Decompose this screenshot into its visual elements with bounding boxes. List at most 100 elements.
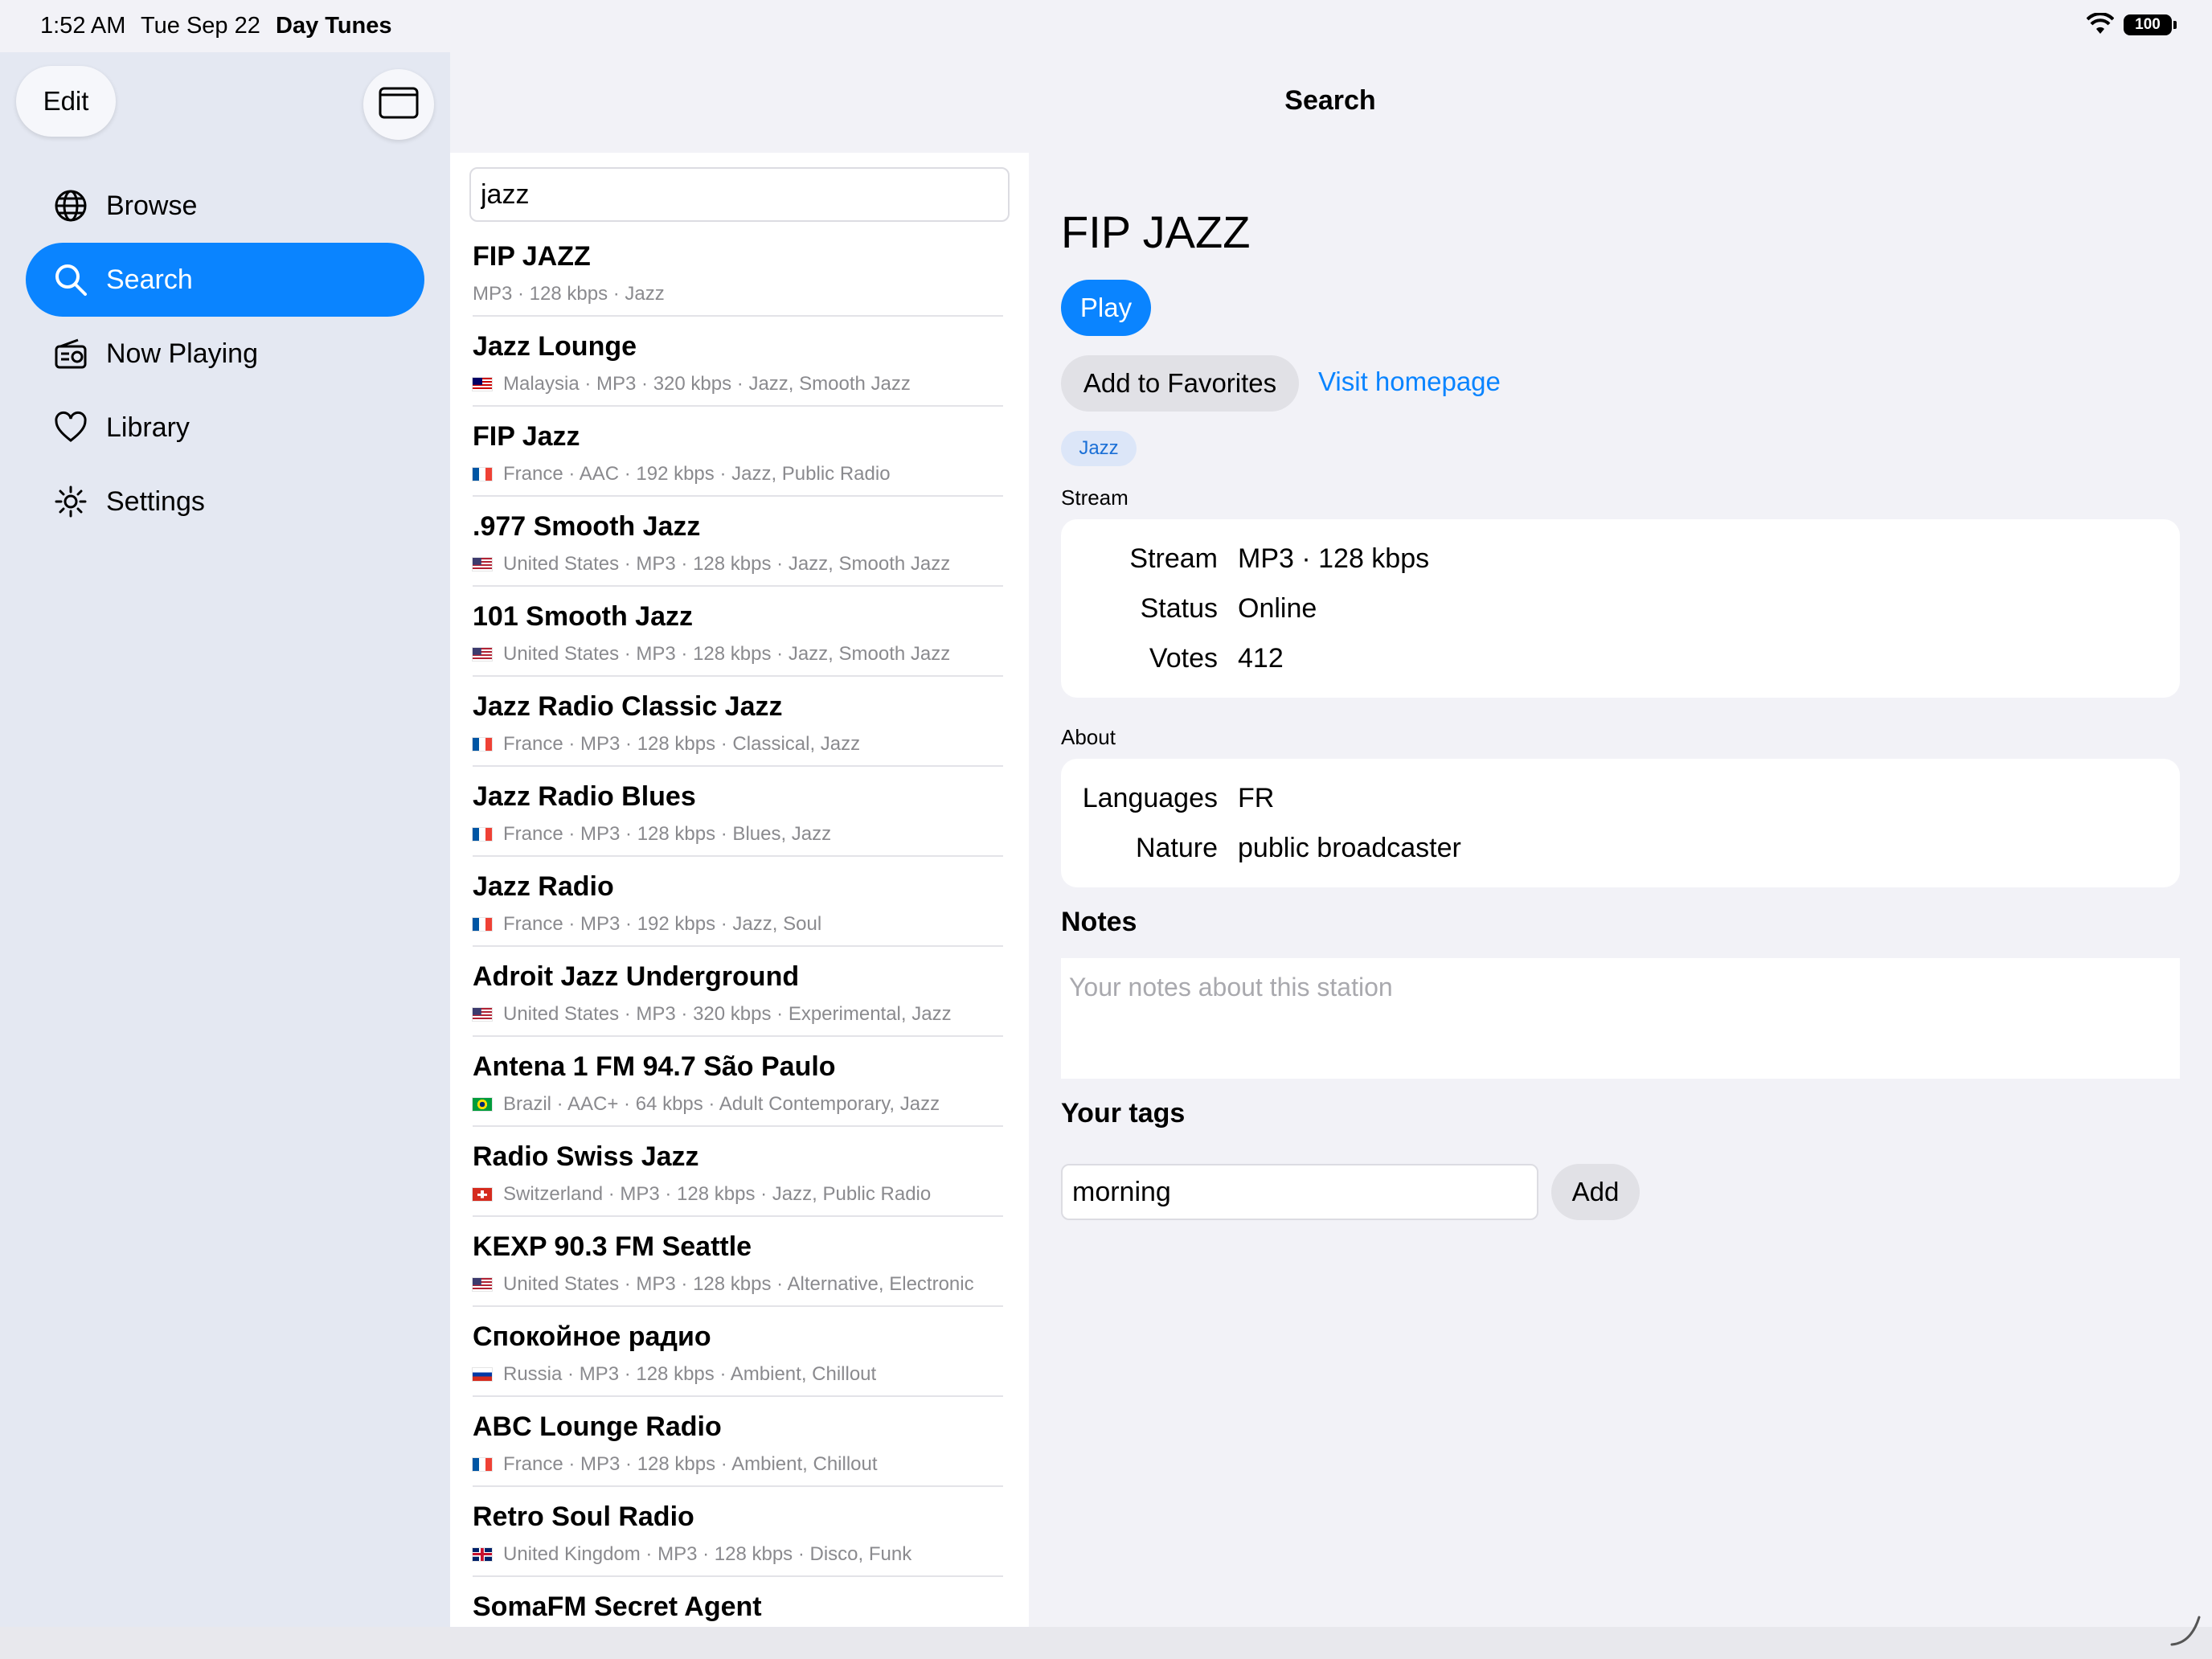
result-row[interactable]: Jazz Radio France · MP3 · 192 kbps · Jazz…: [473, 857, 1003, 947]
result-title: 101 Smooth Jazz: [473, 601, 693, 632]
play-button[interactable]: Play: [1061, 280, 1151, 336]
result-title: Jazz Radio Blues: [473, 781, 696, 812]
page-title: Search: [1284, 85, 1376, 116]
your-tags-title: Your tags: [1061, 1098, 1186, 1129]
result-row[interactable]: ABC Lounge Radio France · MP3 · 128 kbps …: [473, 1397, 1003, 1487]
result-subtitle: France · AAC · 192 kbps · Jazz, Public R…: [503, 463, 891, 485]
result-subtitle: United States · MP3 · 320 kbps · Experim…: [503, 1003, 952, 1025]
result-title: KEXP 90.3 FM Seattle: [473, 1231, 752, 1262]
result-subtitle: France · MP3 · 128 kbps · Ambient, Chill…: [503, 1453, 878, 1475]
result-subtitle: Malaysia · MP3 · 320 kbps · Jazz, Smooth…: [503, 373, 911, 395]
result-title: Retro Soul Radio: [473, 1501, 694, 1532]
result-row[interactable]: Radio Swiss Jazz Switzerland · MP3 · 128 …: [473, 1127, 1003, 1217]
edit-button[interactable]: Edit: [16, 66, 116, 137]
result-subtitle: United States · MP3 · 128 kbps · Jazz, S…: [503, 643, 951, 665]
flag-icon: [473, 1368, 492, 1381]
about-card: Languages FR Nature public broadcaster: [1061, 759, 2180, 887]
result-subtitle-row: Brazil · AAC+ · 64 kbps · Adult Contempo…: [473, 1093, 940, 1116]
result-subtitle: France · MP3 · 128 kbps · Blues, Jazz: [503, 823, 832, 845]
result-row[interactable]: Jazz Lounge Malaysia · MP3 · 320 kbps · J…: [473, 317, 1003, 407]
result-title: Radio Swiss Jazz: [473, 1141, 699, 1172]
status-app-name: Day Tunes: [276, 13, 392, 39]
result-row[interactable]: Antena 1 FM 94.7 São Paulo Brazil · AAC+ …: [473, 1037, 1003, 1127]
result-subtitle: France · MP3 · 128 kbps · Classical, Jaz…: [503, 733, 861, 755]
bottom-bar: [0, 1627, 2212, 1659]
result-subtitle-row: France · AAC · 192 kbps · Jazz, Public R…: [473, 463, 891, 485]
result-row[interactable]: 101 Smooth Jazz United States · MP3 · 128…: [473, 587, 1003, 677]
status-label: Status: [1140, 593, 1218, 624]
result-title: SomaFM Secret Agent: [473, 1591, 762, 1622]
votes-label: Votes: [1149, 643, 1218, 674]
resize-handle-icon[interactable]: [2167, 1612, 2202, 1648]
stream-label: Stream: [1129, 543, 1218, 574]
result-row[interactable]: .977 Smooth Jazz United States · MP3 · 12…: [473, 497, 1003, 587]
result-row[interactable]: Retro Soul Radio United Kingdom · MP3 · 1…: [473, 1487, 1003, 1577]
flag-icon: [473, 918, 492, 931]
result-title: Adroit Jazz Underground: [473, 961, 800, 992]
sidebar-item-label: Library: [106, 412, 190, 443]
sidebar-item-library[interactable]: Library: [26, 391, 424, 465]
result-subtitle: Russia · MP3 · 128 kbps · Ambient, Chill…: [503, 1363, 877, 1385]
sidebar-item-search[interactable]: Search: [26, 243, 424, 317]
result-subtitle-row: France · MP3 · 128 kbps · Blues, Jazz: [473, 823, 831, 846]
add-to-favorites-button[interactable]: Add to Favorites: [1061, 355, 1299, 412]
languages-label: Languages: [1082, 783, 1218, 813]
result-subtitle: MP3 · 128 kbps · Jazz: [473, 283, 665, 305]
result-row[interactable]: Спокойное радио Russia · MP3 · 128 kbps ·…: [473, 1307, 1003, 1397]
flag-icon: [473, 828, 492, 841]
result-subtitle: Brazil · AAC+ · 64 kbps · Adult Contempo…: [503, 1093, 940, 1115]
flag-icon: [473, 1278, 492, 1291]
sidebar-item-now-playing[interactable]: Now Playing: [26, 317, 424, 391]
flag-icon: [473, 378, 492, 391]
flag-icon: [473, 648, 492, 661]
languages-value: FR: [1238, 783, 1275, 813]
sidebar-item-label: Settings: [106, 485, 205, 517]
notes-title: Notes: [1061, 907, 1137, 937]
search-input[interactable]: [469, 167, 1010, 222]
genre-tag-chip[interactable]: Jazz: [1061, 431, 1137, 466]
result-row[interactable]: Jazz Radio Blues France · MP3 · 128 kbps …: [473, 767, 1003, 857]
result-row[interactable]: KEXP 90.3 FM Seattle United States · MP3 …: [473, 1217, 1003, 1307]
radio-icon: [53, 336, 88, 371]
visit-homepage-link[interactable]: Visit homepage: [1318, 367, 1501, 397]
result-row[interactable]: FIP JAZZ MP3 · 128 kbps · Jazz: [473, 227, 1003, 317]
status-time: 1:52 AM: [40, 13, 126, 39]
about-section-label: About: [1061, 725, 1116, 749]
add-tag-button[interactable]: Add: [1551, 1164, 1640, 1220]
result-subtitle-row: France · MP3 · 128 kbps · Ambient, Chill…: [473, 1453, 878, 1476]
result-subtitle-row: MP3 · 128 kbps · Jazz: [473, 283, 665, 305]
gear-icon: [53, 484, 88, 519]
sidebar-toggle-button[interactable]: [363, 69, 434, 140]
result-subtitle-row: France · MP3 · 192 kbps · Jazz, Soul: [473, 913, 821, 936]
flag-icon: [473, 1098, 492, 1111]
status-date: Tue Sep 22: [141, 13, 260, 39]
result-subtitle-row: United States · MP3 · 320 kbps · Experim…: [473, 1003, 952, 1026]
result-title: FIP JAZZ: [473, 241, 591, 272]
sidebar-item-browse[interactable]: Browse: [26, 169, 424, 243]
result-row[interactable]: Adroit Jazz Underground United States · M…: [473, 947, 1003, 1037]
stream-value: MP3 · 128 kbps: [1238, 543, 1430, 574]
result-title: Спокойное радио: [473, 1321, 711, 1352]
sidebar-item-settings[interactable]: Settings: [26, 465, 424, 539]
sidebar-item-label: Browse: [106, 190, 198, 221]
result-row[interactable]: FIP Jazz France · AAC · 192 kbps · Jazz, …: [473, 407, 1003, 497]
result-subtitle: Switzerland · MP3 · 128 kbps · Jazz, Pub…: [503, 1183, 932, 1205]
votes-value: 412: [1238, 643, 1284, 674]
result-subtitle-row: Malaysia · MP3 · 320 kbps · Jazz, Smooth…: [473, 373, 911, 395]
wifi-icon: [2086, 12, 2115, 35]
tag-input[interactable]: [1061, 1164, 1538, 1220]
result-row[interactable]: Jazz Radio Classic Jazz France · MP3 · 12…: [473, 677, 1003, 767]
search-icon: [53, 262, 88, 297]
flag-icon: [473, 1008, 492, 1021]
status-value: Online: [1238, 593, 1317, 624]
nature-value: public broadcaster: [1238, 833, 1461, 863]
result-title: Antena 1 FM 94.7 São Paulo: [473, 1051, 836, 1082]
result-title: .977 Smooth Jazz: [473, 511, 701, 542]
flag-icon: [473, 468, 492, 481]
sidebar-item-label: Now Playing: [106, 338, 258, 369]
nature-label: Nature: [1135, 833, 1218, 863]
notes-textarea[interactable]: [1061, 958, 2180, 1079]
globe-icon: [53, 188, 88, 223]
sidebar-toggle-icon: [379, 87, 419, 123]
result-subtitle: United States · MP3 · 128 kbps · Jazz, S…: [503, 553, 951, 575]
